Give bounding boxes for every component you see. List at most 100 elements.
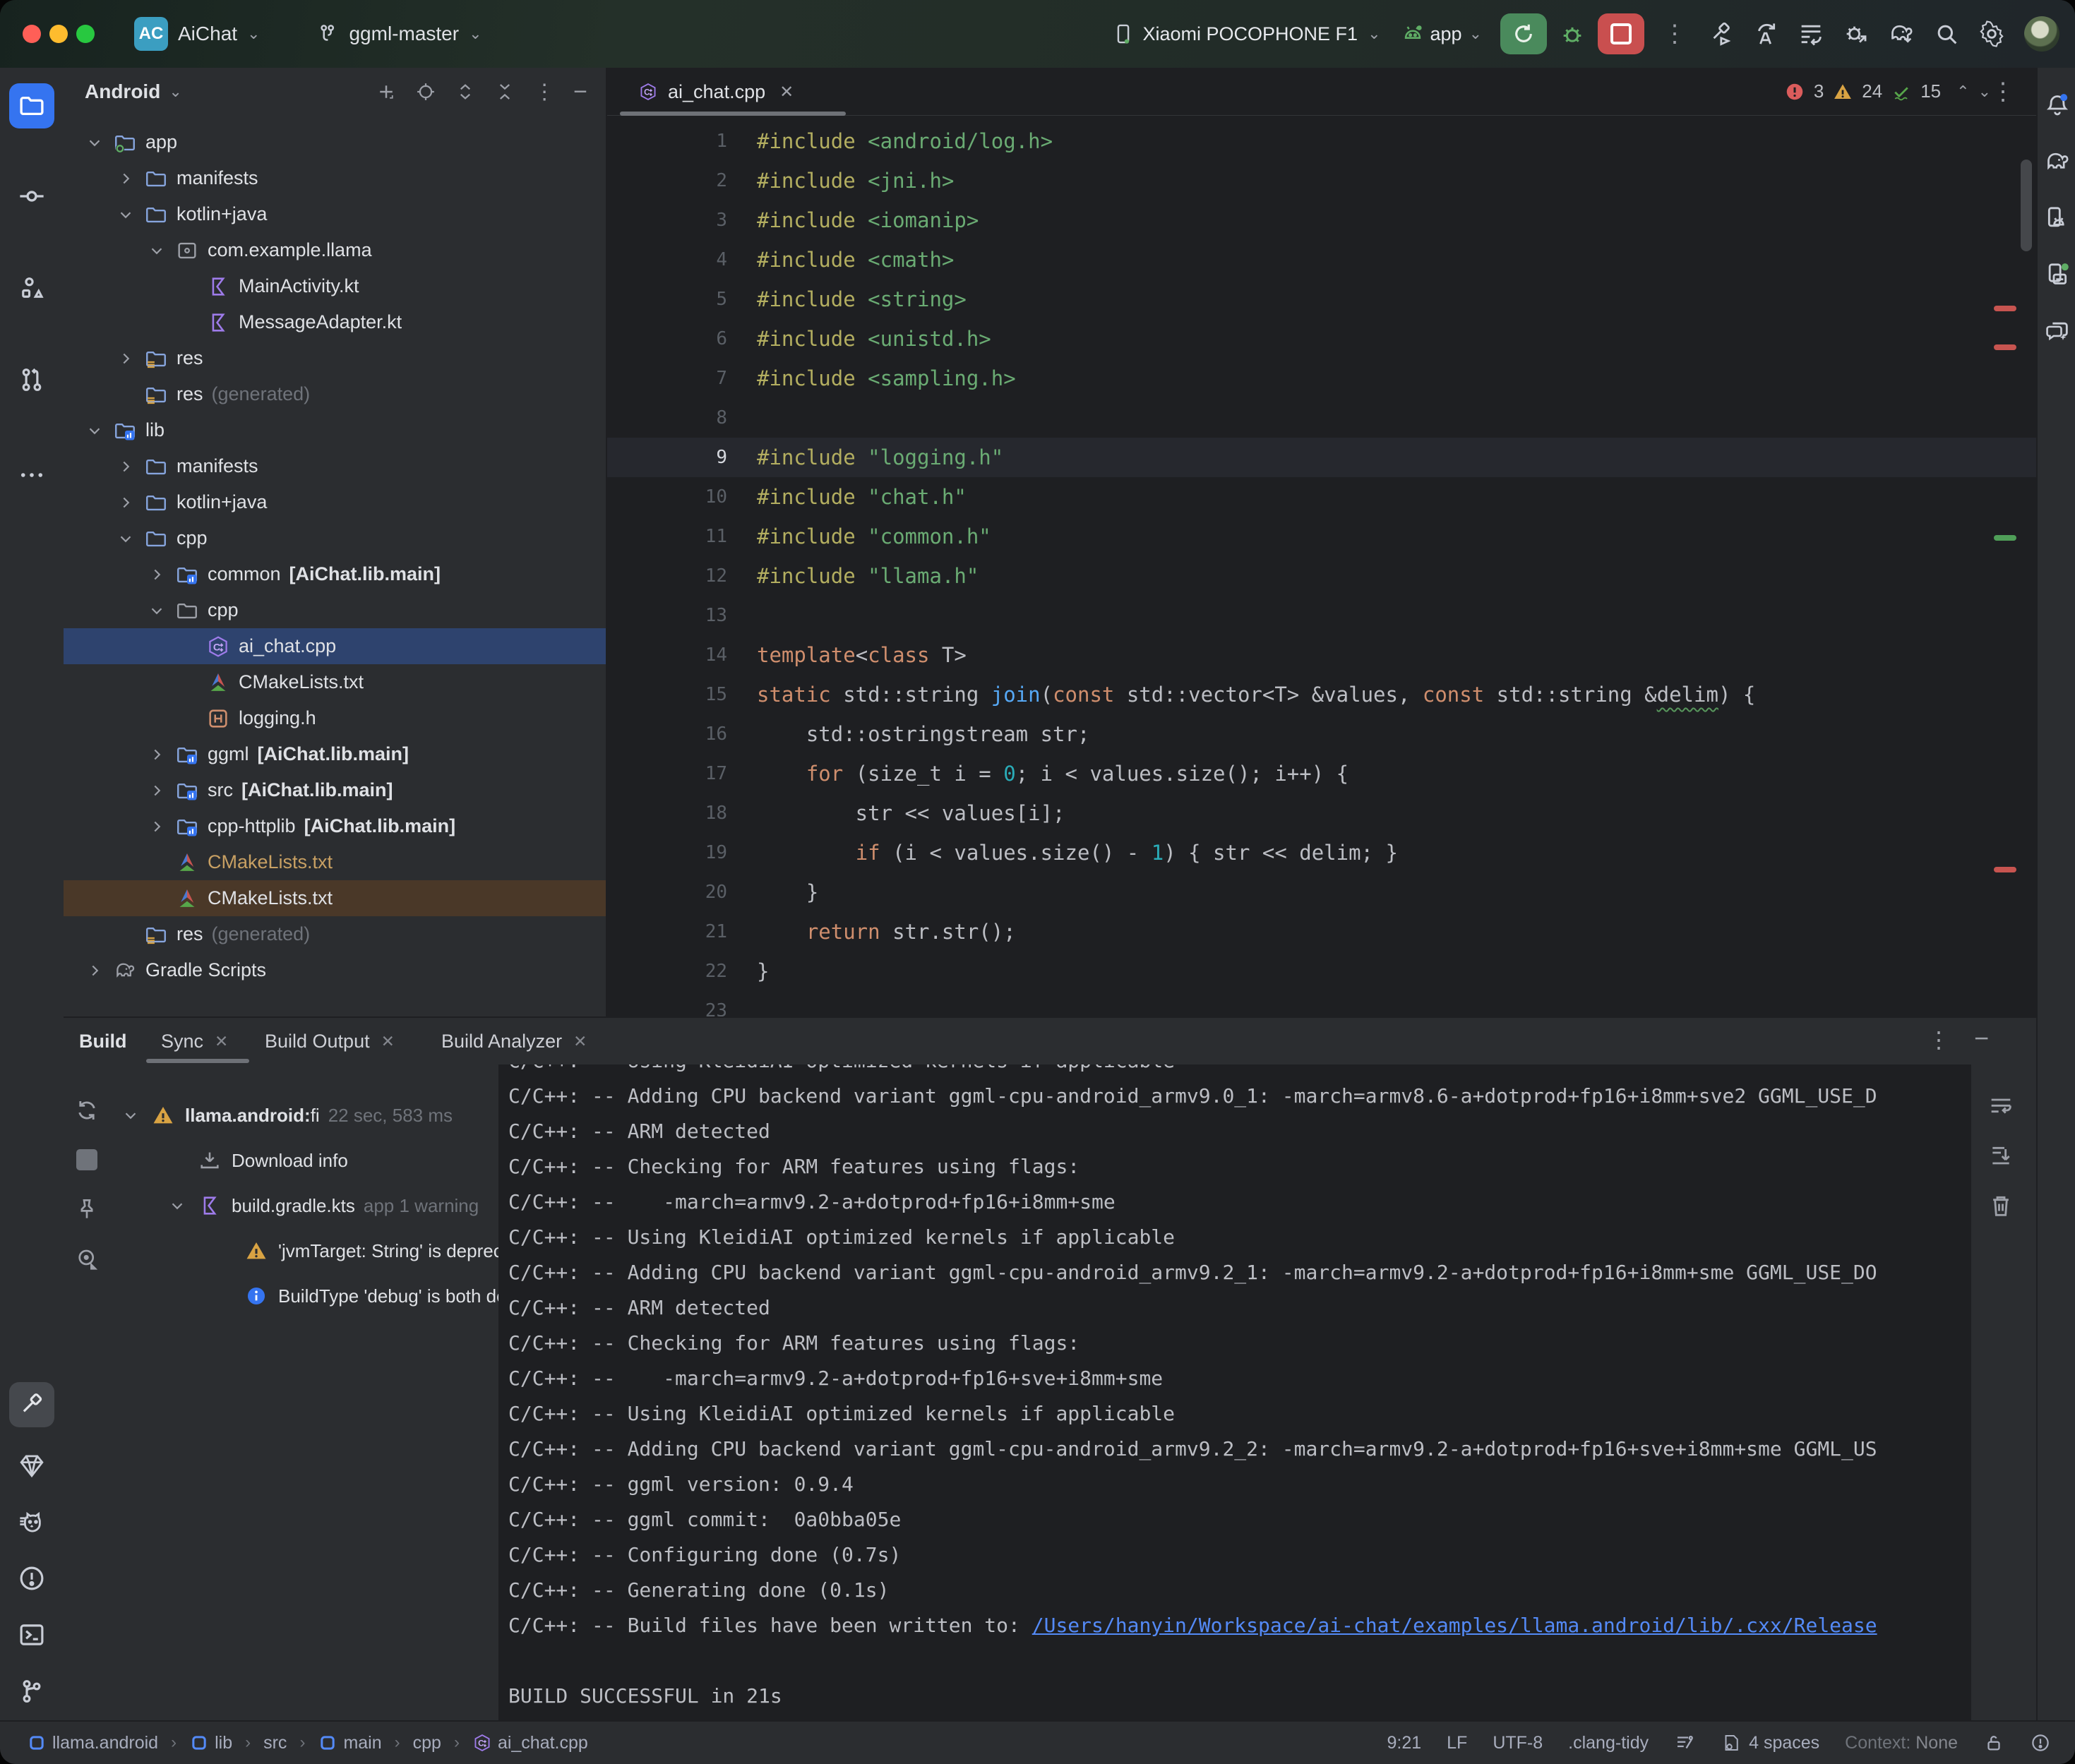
change-stripe-mark[interactable]	[1994, 535, 2016, 541]
zoom-window-button[interactable]	[76, 25, 95, 43]
pin-icon[interactable]	[73, 1196, 100, 1226]
search-everywhere-icon[interactable]	[1931, 18, 1962, 49]
sync-tree-item[interactable]: llama.android: fi22 sec, 583 ms	[120, 1093, 498, 1138]
tree-item-app[interactable]: app	[64, 124, 606, 160]
rerun-button[interactable]	[1500, 13, 1547, 54]
tab-ai-chat-cpp[interactable]: C ai_chat.cpp ✕	[633, 68, 799, 116]
prev-problem-icon[interactable]: ⌃	[1956, 83, 1969, 101]
code-line-19[interactable]: 19 if (i < values.size() - 1) { str << d…	[607, 833, 2036, 872]
resync-icon[interactable]	[73, 1097, 100, 1127]
tree-item-cmakelists-txt[interactable]: CMakeLists.txt	[64, 844, 606, 880]
breadcrumb-item-cpp[interactable]: cpp	[413, 1733, 441, 1753]
tree-item-logging-h[interactable]: logging.h	[64, 700, 606, 736]
filter-icon[interactable]	[73, 1245, 100, 1276]
breadcrumb[interactable]: llama.android›lib›src›main›cpp›Cai_chat.…	[0, 1733, 588, 1753]
minimize-window-button[interactable]	[49, 25, 68, 43]
hide-project-panel-icon[interactable]: −	[573, 78, 587, 106]
close-tab-icon[interactable]: ✕	[779, 82, 794, 102]
tree-item-mainactivity-kt[interactable]: MainActivity.kt	[64, 268, 606, 304]
code-line-8[interactable]: 8	[607, 398, 2036, 438]
logcat-tool-icon[interactable]	[9, 1499, 54, 1544]
build-tool-icon[interactable]	[9, 1382, 54, 1427]
tree-item-cpp[interactable]: cpp	[64, 520, 606, 556]
user-avatar[interactable]	[2024, 16, 2059, 52]
code-editor[interactable]: 1#include <android/log.h>2#include <jni.…	[607, 121, 2036, 1016]
app-quality-insights-icon[interactable]	[9, 1443, 54, 1488]
breadcrumb-item-main[interactable]: main	[318, 1733, 381, 1753]
project-view-selector[interactable]: Android	[85, 80, 160, 103]
build-output-path-link[interactable]: /Users/hanyin/Workspace/ai-chat/examples…	[1032, 1614, 1877, 1637]
sync-tree-item[interactable]: build.gradle.ktsapp 1 warning	[120, 1183, 498, 1228]
tree-item-cmakelists-txt[interactable]: CMakeLists.txt	[64, 880, 606, 916]
error-indicator-icon[interactable]	[2030, 1732, 2051, 1753]
stop-gray-icon[interactable]	[73, 1146, 100, 1177]
apply-changes-icon[interactable]	[1750, 18, 1781, 49]
build-console[interactable]: C/C++: -- Using KleidiAI optimized kerne…	[498, 1064, 1970, 1720]
expand-all-icon[interactable]	[455, 81, 476, 102]
tree-item-lib[interactable]: lib	[64, 412, 606, 448]
code-line-13[interactable]: 13	[607, 596, 2036, 635]
apply-code-changes-icon[interactable]	[1795, 18, 1826, 49]
breadcrumb-item-ai-chat-cpp[interactable]: Cai_chat.cpp	[472, 1733, 588, 1753]
project-selector[interactable]: AiChat	[178, 23, 237, 45]
code-line-18[interactable]: 18 str << values[i];	[607, 793, 2036, 833]
tree-item-ai-chat-cpp[interactable]: Cai_chat.cpp	[64, 628, 606, 664]
gradle-tool-icon[interactable]	[2040, 144, 2075, 179]
tree-item-cpp-httplib[interactable]: cpp-httplib[AiChat.lib.main]	[64, 808, 606, 844]
debug-button[interactable]	[1557, 18, 1588, 49]
terminal-tool-icon[interactable]	[9, 1612, 54, 1657]
tree-item-kotlin-java[interactable]: kotlin+java	[64, 196, 606, 232]
caret-position[interactable]: 9:21	[1387, 1733, 1421, 1753]
tree-item-manifests[interactable]: manifests	[64, 448, 606, 484]
tree-item-cpp[interactable]: cpp	[64, 592, 606, 628]
scroll-to-end-icon[interactable]	[1987, 1142, 2015, 1170]
tree-item-kotlin-java[interactable]: kotlin+java	[64, 484, 606, 520]
editor-scrollbar[interactable]	[2021, 160, 2032, 251]
locate-file-icon[interactable]	[415, 81, 436, 102]
project-options-kebab[interactable]: ⋮	[534, 80, 555, 104]
clear-console-trash-icon[interactable]	[1987, 1192, 2015, 1220]
tab-build-analyzer[interactable]: Build Analyzer✕	[441, 1018, 587, 1064]
editor-options-kebab[interactable]: ⋮	[1991, 78, 2015, 106]
tab-build-output[interactable]: Build Output✕	[265, 1018, 395, 1064]
code-line-22[interactable]: 22}	[607, 952, 2036, 991]
sync-tree-item[interactable]: BuildType 'debug' is both de	[120, 1273, 498, 1319]
error-stripe-mark[interactable]	[1994, 344, 2016, 350]
more-tool-windows-icon[interactable]	[9, 452, 54, 498]
clang-tidy-status[interactable]: .clang-tidy	[1568, 1733, 1649, 1753]
tree-item-messageadapter-kt[interactable]: MessageAdapter.kt	[64, 304, 606, 340]
code-line-9[interactable]: 9#include "logging.h"	[607, 438, 2036, 477]
gemini-assistant-icon[interactable]	[2040, 313, 2075, 349]
breadcrumb-item-lib[interactable]: lib	[189, 1733, 232, 1753]
tree-item-src[interactable]: src[AiChat.lib.main]	[64, 772, 606, 808]
breadcrumb-item-llama-android[interactable]: llama.android	[27, 1733, 158, 1753]
code-line-14[interactable]: 14template<class T>	[607, 635, 2036, 675]
code-line-12[interactable]: 12#include "llama.h"	[607, 556, 2036, 596]
code-line-6[interactable]: 6#include <unistd.h>	[607, 319, 2036, 359]
running-devices-icon[interactable]	[2040, 257, 2075, 292]
branch-selector[interactable]: ggml-master	[349, 23, 459, 45]
code-line-2[interactable]: 2#include <jni.h>	[607, 161, 2036, 200]
close-window-button[interactable]	[23, 25, 41, 43]
device-manager-icon[interactable]	[2040, 200, 2075, 236]
error-stripe-mark[interactable]	[1994, 306, 2016, 311]
structure-tool-icon[interactable]	[9, 265, 54, 311]
context-widget[interactable]: Context: None	[1845, 1733, 1958, 1753]
stop-button[interactable]	[1598, 13, 1644, 54]
pull-requests-tool-icon[interactable]	[9, 357, 54, 402]
project-tool-icon[interactable]	[9, 83, 54, 128]
attach-debugger-icon[interactable]	[1841, 18, 1872, 49]
code-line-20[interactable]: 20 }	[607, 872, 2036, 912]
device-selector[interactable]: Xiaomi POCOPHONE F1	[1142, 23, 1358, 45]
version-control-tool-icon[interactable]	[9, 1669, 54, 1714]
collapse-all-icon[interactable]	[494, 81, 515, 102]
sync-tree-item[interactable]: 'jvmTarget: String' is deprec	[120, 1228, 498, 1273]
hide-build-panel-icon[interactable]: −	[1974, 1024, 1989, 1053]
sync-tree-item[interactable]: Download info	[120, 1138, 498, 1183]
next-problem-icon[interactable]: ⌄	[1978, 83, 1991, 101]
new-item-plus-icon[interactable]	[376, 81, 397, 102]
tree-item-res[interactable]: res(generated)	[64, 916, 606, 952]
close-tab-icon[interactable]: ✕	[573, 1032, 587, 1051]
file-encoding[interactable]: UTF-8	[1493, 1733, 1543, 1753]
tree-item-gradle-scripts[interactable]: Gradle Scripts	[64, 952, 606, 988]
